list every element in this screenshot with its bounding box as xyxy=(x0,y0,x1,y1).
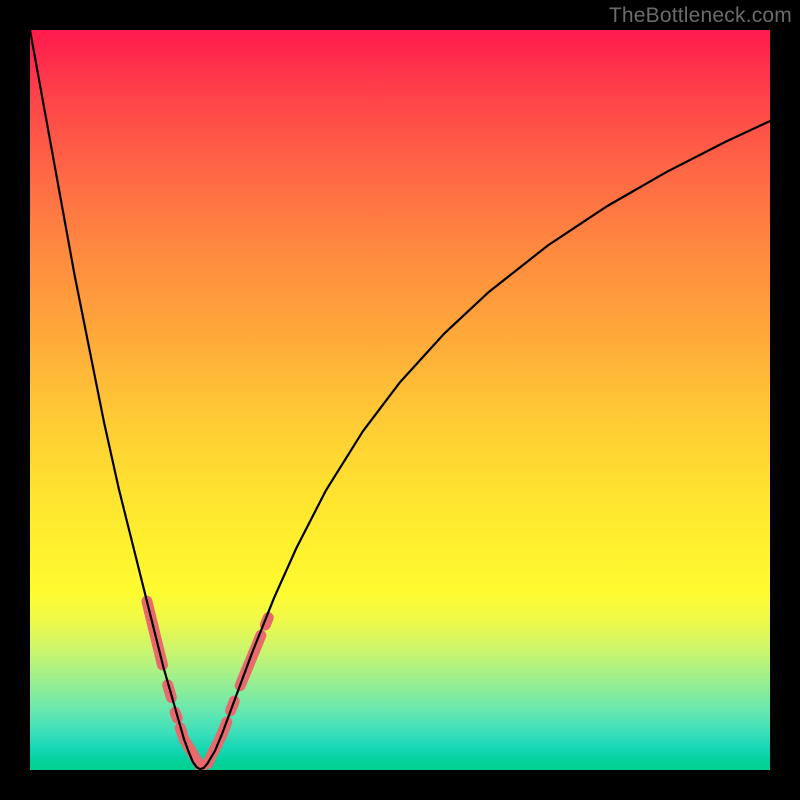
bottleneck-curve xyxy=(30,30,770,769)
chart-frame: TheBottleneck.com xyxy=(0,0,800,800)
overlay-segments xyxy=(147,601,268,768)
watermark-text: TheBottleneck.com xyxy=(609,4,792,28)
chart-svg xyxy=(30,30,770,770)
plot-area xyxy=(30,30,770,770)
